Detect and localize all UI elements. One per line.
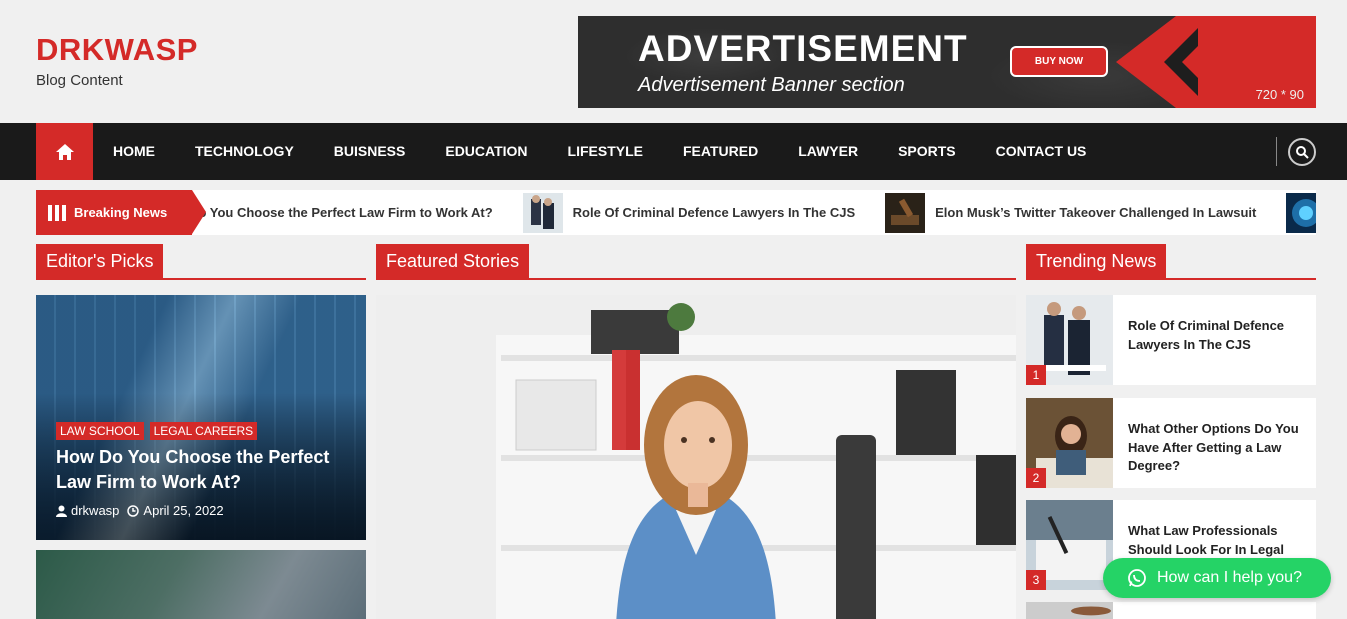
ticker-item[interactable]	[1286, 192, 1316, 233]
user-icon	[56, 505, 67, 517]
ticker-thumbnail-image	[885, 192, 926, 233]
nav-menu: HOME TECHNOLOGY BUISNESS EDUCATION LIFES…	[93, 123, 1106, 180]
nav-item-lawyer[interactable]: LAWYER	[778, 123, 878, 180]
ticker-thumbnail-image	[1286, 192, 1316, 233]
search-button[interactable]	[1288, 138, 1316, 166]
trending-number-badge: 1	[1026, 365, 1046, 385]
pick-tags: LAW SCHOOL LEGAL CAREERS	[56, 422, 258, 440]
chat-label: How can I help you?	[1157, 569, 1302, 586]
ticker-thumbnail-image	[522, 192, 563, 233]
trending-news-title: Trending News	[1026, 244, 1167, 278]
nav-item-education[interactable]: EDUCATION	[425, 123, 547, 180]
editors-picks-title: Editor's Picks	[36, 244, 164, 278]
breaking-news-label: Breaking News	[36, 190, 192, 235]
pick-title[interactable]: How Do You Choose the Perfect Law Firm t…	[56, 445, 346, 495]
trending-title[interactable]: Role Of Criminal Defence Lawyers In The …	[1128, 317, 1303, 354]
trending-number-badge: 2	[1026, 468, 1046, 488]
nav-item-sports[interactable]: SPORTS	[878, 123, 976, 180]
ad-title: ADVERTISEMENT	[638, 28, 968, 69]
ticker-item-title: Elon Musk’s Twitter Takeover Challenged …	[935, 205, 1257, 220]
tag-law-school[interactable]: LAW SCHOOL	[56, 422, 144, 440]
breaking-news-text: Breaking News	[74, 205, 168, 220]
nav-item-featured[interactable]: FEATURED	[663, 123, 778, 180]
nav-divider	[1276, 137, 1277, 166]
tag-legal-careers[interactable]: LEGAL CAREERS	[149, 422, 258, 440]
trending-news-heading: Trending News	[1026, 244, 1316, 280]
ticker-track: How Do You Choose the Perfect Law Firm t…	[158, 190, 1316, 235]
ticker-item[interactable]: How Do You Choose the Perfect Law Firm t…	[158, 205, 493, 220]
ticker-item-title: How Do You Choose the Perfect Law Firm t…	[158, 205, 493, 220]
ticker-item[interactable]: Role Of Criminal Defence Lawyers In The …	[522, 192, 856, 233]
site-tagline: Blog Content	[36, 72, 123, 89]
nav-item-contact-us[interactable]: CONTACT US	[976, 123, 1107, 180]
trending-title[interactable]: What Other Options Do You Have After Get…	[1128, 420, 1303, 476]
nav-item-home[interactable]: HOME	[93, 123, 175, 180]
editors-pick-card[interactable]: LAW SCHOOL LEGAL CAREERS How Do You Choo…	[36, 295, 366, 540]
trending-number-badge: 3	[1026, 570, 1046, 590]
trending-item[interactable]: 1 Role Of Criminal Defence Lawyers In Th…	[1026, 295, 1316, 385]
whatsapp-icon	[1128, 569, 1146, 587]
nav-item-business[interactable]: BUISNESS	[314, 123, 426, 180]
trending-item[interactable]: 2 What Other Options Do You Have After G…	[1026, 398, 1316, 488]
pick-author[interactable]: drkwasp	[71, 503, 119, 518]
home-icon-button[interactable]	[36, 123, 93, 180]
site-title[interactable]: DRKWASP	[36, 32, 198, 68]
ad-buy-now-button[interactable]: BUY NOW	[1010, 46, 1108, 77]
pick-date[interactable]: April 25, 2022	[143, 503, 223, 518]
featured-photo	[376, 295, 1016, 619]
bars-icon	[48, 204, 66, 221]
breaking-news-ticker: How Do You Choose the Perfect Law Firm t…	[36, 190, 1316, 235]
ticker-label-arrow	[192, 190, 206, 234]
pick-meta: drkwasp April 25, 2022	[56, 503, 224, 518]
whatsapp-chat-button[interactable]: How can I help you?	[1103, 558, 1331, 598]
featured-stories-heading: Featured Stories	[376, 244, 1016, 280]
main-navigation: HOME TECHNOLOGY BUISNESS EDUCATION LIFES…	[0, 123, 1347, 180]
home-icon	[55, 143, 74, 160]
advertisement-banner[interactable]: ADVERTISEMENT Advertisement Banner secti…	[578, 16, 1316, 108]
ad-subtitle: Advertisement Banner section	[638, 74, 905, 96]
search-icon	[1296, 146, 1309, 159]
trending-thumbnail-image	[1026, 602, 1113, 619]
ticker-item[interactable]: Elon Musk’s Twitter Takeover Challenged …	[885, 192, 1257, 233]
trending-item[interactable]	[1026, 602, 1316, 619]
ticker-item-title: Role Of Criminal Defence Lawyers In The …	[572, 205, 856, 220]
nav-item-lifestyle[interactable]: LIFESTYLE	[548, 123, 663, 180]
site-brand: DRKWASP Blog Content	[36, 32, 198, 89]
nav-item-technology[interactable]: TECHNOLOGY	[175, 123, 314, 180]
editors-pick-card-2-image[interactable]	[36, 550, 366, 619]
featured-story-image[interactable]	[376, 295, 1016, 619]
featured-stories-title: Featured Stories	[376, 244, 530, 278]
clock-icon	[127, 504, 140, 517]
ad-size-label: 720 * 90	[1255, 87, 1304, 102]
ad-chevron-inner-icon	[1182, 40, 1204, 84]
editors-picks-heading: Editor's Picks	[36, 244, 366, 280]
